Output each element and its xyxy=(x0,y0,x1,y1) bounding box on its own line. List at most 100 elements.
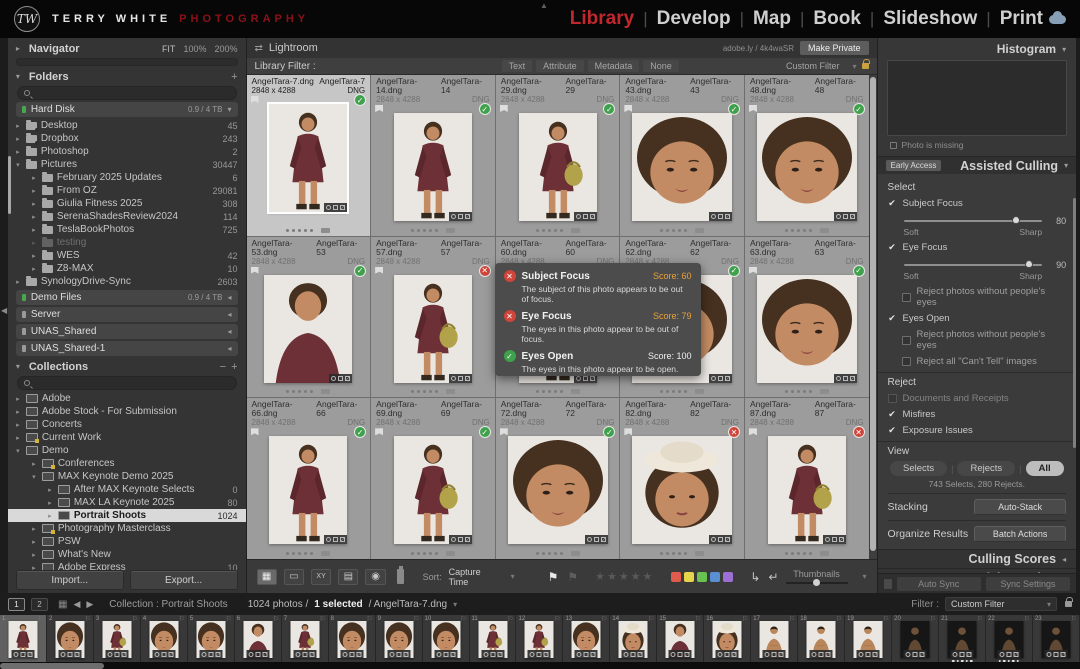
color-label-icon[interactable] xyxy=(820,228,829,233)
star-dot-icon[interactable] xyxy=(417,229,420,232)
flag-icon[interactable]: ⚐ xyxy=(319,615,325,623)
documents-receipts-row[interactable]: Documents and Receipts xyxy=(888,393,1067,404)
photo-thumbnail[interactable] xyxy=(632,436,732,544)
module-develop[interactable]: Develop xyxy=(657,8,731,30)
view-all-button[interactable]: All xyxy=(1026,461,1064,476)
folders-search-input[interactable] xyxy=(17,86,237,100)
grid-cell[interactable]: AngelTara-63.dngAngelTara-632848 x 4288D… xyxy=(745,237,869,398)
filter-tab-attribute[interactable]: Attribute xyxy=(536,60,584,72)
star-dot-icon[interactable] xyxy=(298,552,301,555)
flag-icon[interactable]: ⚐ xyxy=(648,615,654,623)
eye-focus-checkbox-row[interactable]: Eye Focus xyxy=(888,242,1067,253)
grid-cell[interactable]: AngelTara-82.dngAngelTara-822848 x 4288D… xyxy=(620,398,744,559)
star-dot-icon[interactable] xyxy=(292,229,295,232)
volume-disclosure-icon[interactable]: ◂ xyxy=(227,293,231,302)
color-label-icon[interactable] xyxy=(695,228,704,233)
grid-cell[interactable]: AngelTara-87.dngAngelTara-872848 x 4288D… xyxy=(745,398,869,559)
cloud-sync-icon[interactable] xyxy=(1049,15,1066,24)
collections-header[interactable]: ▾ Collections − + xyxy=(8,359,246,374)
star-dot-icon[interactable] xyxy=(672,390,675,393)
folder-disclosure-icon[interactable]: ▸ xyxy=(30,239,38,247)
collections-disclosure-icon[interactable]: ▾ xyxy=(16,362,24,371)
star-dot-icon[interactable] xyxy=(435,390,438,393)
photo-thumbnail[interactable] xyxy=(269,104,347,212)
star-dot-icon[interactable] xyxy=(417,552,420,555)
folder-item[interactable]: ▸WES42 xyxy=(8,249,246,262)
remove-collection-button[interactable]: − xyxy=(220,361,226,373)
view-rejects-button[interactable]: Rejects xyxy=(957,461,1015,476)
folder-disclosure-icon[interactable]: ▸ xyxy=(30,200,38,208)
star-dot-icon[interactable] xyxy=(423,229,426,232)
flag-icon[interactable]: ⚐ xyxy=(836,615,842,623)
collection-disclosure-icon[interactable]: ▸ xyxy=(46,486,54,494)
rotate-right-icon[interactable]: ↵ xyxy=(768,570,778,584)
flag-icon[interactable]: ⚐ xyxy=(742,615,748,623)
culling-scores-disclosure-icon[interactable]: ◂ xyxy=(1062,555,1066,564)
star-dot-icon[interactable] xyxy=(411,390,414,393)
folder-disclosure-icon[interactable]: ▸ xyxy=(14,148,22,156)
star-dot-icon[interactable] xyxy=(684,390,687,393)
filter-tab-metadata[interactable]: Metadata xyxy=(588,60,640,72)
eye-focus-slider[interactable] xyxy=(904,264,1043,266)
star-dot-icon[interactable] xyxy=(423,390,426,393)
folder-disclosure-icon[interactable]: ▸ xyxy=(30,265,38,273)
photo-thumbnail[interactable] xyxy=(757,113,857,221)
star-dot-icon[interactable] xyxy=(310,229,313,232)
star-dot-icon[interactable] xyxy=(542,229,545,232)
filmstrip-cell[interactable]: 22⚐ xyxy=(986,615,1033,662)
collection-disclosure-icon[interactable]: ▸ xyxy=(14,395,22,403)
star-dot-icon[interactable] xyxy=(429,552,432,555)
sync-settings-button[interactable]: Sync Settings xyxy=(986,577,1070,591)
collection-disclosure-icon[interactable]: ▾ xyxy=(30,473,38,481)
eyes-open-checkbox[interactable] xyxy=(888,314,897,323)
flag-icon[interactable]: ⚐ xyxy=(930,615,936,623)
star-dot-icon[interactable] xyxy=(678,229,681,232)
star-dot-icon[interactable] xyxy=(797,552,800,555)
misfires-checkbox[interactable] xyxy=(888,410,897,419)
culling-pass-icon[interactable] xyxy=(603,426,615,438)
star-dot-icon[interactable] xyxy=(536,229,539,232)
star-dot-icon[interactable] xyxy=(423,552,426,555)
filmstrip-filter-lock-icon[interactable] xyxy=(1065,601,1072,607)
color-chip-icon[interactable] xyxy=(684,572,694,582)
filmstrip-cell[interactable]: 23⚐ xyxy=(1033,615,1080,662)
make-private-button[interactable]: Make Private xyxy=(800,41,869,55)
folder-item[interactable]: ▸SerenaShadesReview2024114 xyxy=(8,210,246,223)
star-dot-icon[interactable] xyxy=(304,552,307,555)
filmstrip-cell[interactable]: 15⚐ xyxy=(657,615,704,662)
back-arrow-icon[interactable]: ◀ xyxy=(73,599,80,610)
collection-disclosure-icon[interactable]: ▸ xyxy=(30,538,38,546)
forward-arrow-icon[interactable]: ▶ xyxy=(86,599,93,610)
color-label-icon[interactable] xyxy=(321,551,330,556)
star-dot-icon[interactable] xyxy=(548,229,551,232)
grid-cell[interactable]: AngelTara-48.dngAngelTara-482848 x 4288D… xyxy=(745,75,869,236)
eyes-open-reject1-row[interactable]: Reject photos without people's eyes xyxy=(902,329,1067,351)
filmstrip-cell[interactable]: 5⚐ xyxy=(188,615,235,662)
star-dot-icon[interactable] xyxy=(292,552,295,555)
grid-cell[interactable]: AngelTara-69.dngAngelTara-692848 x 4288D… xyxy=(371,398,495,559)
grid-cell[interactable]: AngelTara-14.dngAngelTara-142848 x 4288D… xyxy=(371,75,495,236)
collection-item[interactable]: ▸Portrait Shoots1024 xyxy=(8,509,246,522)
eyes-open-reject2-checkbox[interactable] xyxy=(902,357,911,366)
photo-thumbnail[interactable] xyxy=(269,436,347,544)
star-dot-icon[interactable] xyxy=(809,552,812,555)
collection-item[interactable]: ▾MAX Keynote Demo 2025 xyxy=(8,470,246,483)
filter-preset-caret-icon[interactable]: ▾ xyxy=(853,62,857,71)
star-dot-icon[interactable] xyxy=(660,552,663,555)
collection-item[interactable]: ▸Conferences xyxy=(8,457,246,470)
right-panel-edge[interactable] xyxy=(1076,38,1080,593)
folder-item[interactable]: ▸Desktop45 xyxy=(8,119,246,132)
star-dot-icon[interactable] xyxy=(536,552,539,555)
eyes-open-reject2-row[interactable]: Reject all "Can't Tell" images xyxy=(902,356,1067,367)
flag-icon[interactable] xyxy=(251,428,259,435)
star-dot-icon[interactable] xyxy=(304,390,307,393)
folder-item[interactable]: ▸Z8-MAX10 xyxy=(8,262,246,275)
flag-icon[interactable]: ⚐ xyxy=(38,615,44,623)
star-rating-control[interactable]: ★★★★★ xyxy=(595,570,654,583)
photo-thumbnail[interactable] xyxy=(508,436,608,544)
star-dot-icon[interactable] xyxy=(435,229,438,232)
color-chip-icon[interactable] xyxy=(671,572,681,582)
current-collection-label[interactable]: Collection : Portrait Shoots xyxy=(109,599,227,610)
star-dot-icon[interactable] xyxy=(298,229,301,232)
left-panel-edge[interactable]: ◀ xyxy=(0,38,8,593)
